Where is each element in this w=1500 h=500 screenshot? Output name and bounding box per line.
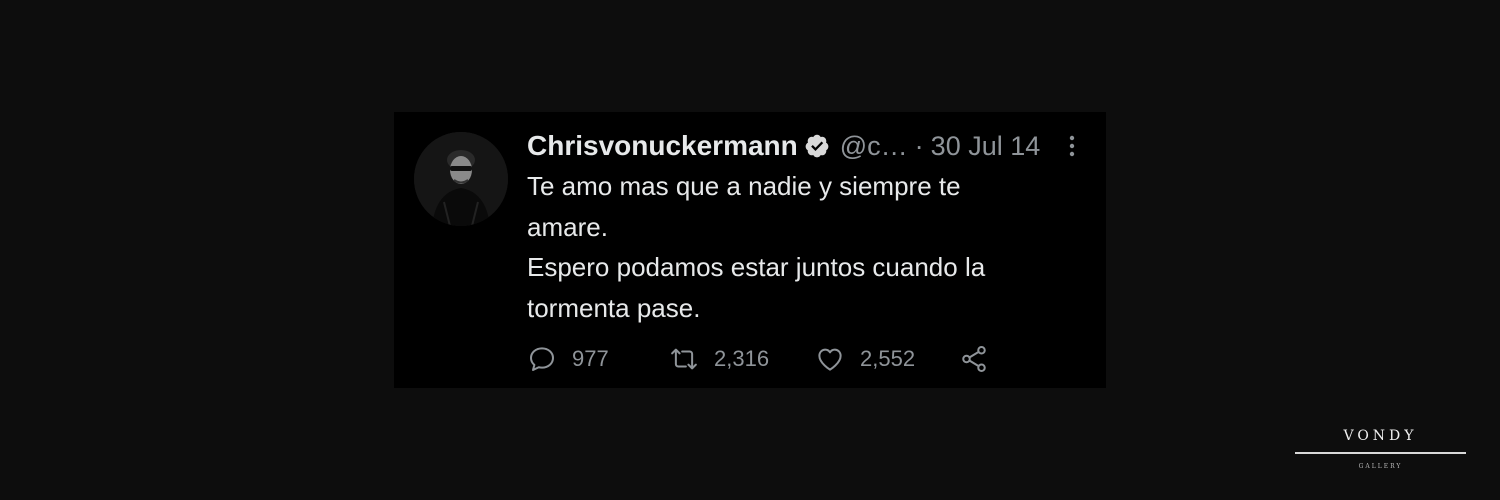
watermark-divider [1295,452,1466,454]
like-count: 2,552 [860,346,916,371]
reply-button[interactable]: 977 [527,342,609,376]
tweet-date[interactable]: 30 Jul 14 [931,131,1041,162]
avatar-photo [414,132,508,226]
share-button[interactable] [959,342,989,376]
verified-badge-icon [805,134,829,158]
reply-icon [530,347,554,371]
watermark-subtitle: GALLERY [1358,463,1403,470]
reply-count: 977 [572,346,609,371]
author-name[interactable]: Chrisvonuckermann [527,130,798,162]
share-icon [962,346,986,372]
like-button[interactable]: 2,552 [815,342,915,376]
tweet-text: Te amo mas que a nadie y siempre te amar… [527,171,986,323]
retweet-count: 2,316 [714,346,770,371]
watermark-title: VONDY [1343,428,1418,444]
author-handle[interactable]: @c… [840,131,908,162]
vondy-watermark: VONDY GALLERY [1295,426,1466,470]
tweet-card[interactable]: Chrisvonuckermann @c… · 30 Jul 14 Te amo… [394,112,1106,388]
tweet-header: Chrisvonuckermann @c… · 30 Jul 14 [527,128,1040,164]
separator-dot: · [914,130,924,161]
avatar[interactable] [414,132,508,226]
retweet-button[interactable]: 2,316 [669,342,769,376]
retweet-icon [671,348,697,370]
more-vertical-icon[interactable] [1058,132,1086,160]
heart-icon [818,348,842,371]
